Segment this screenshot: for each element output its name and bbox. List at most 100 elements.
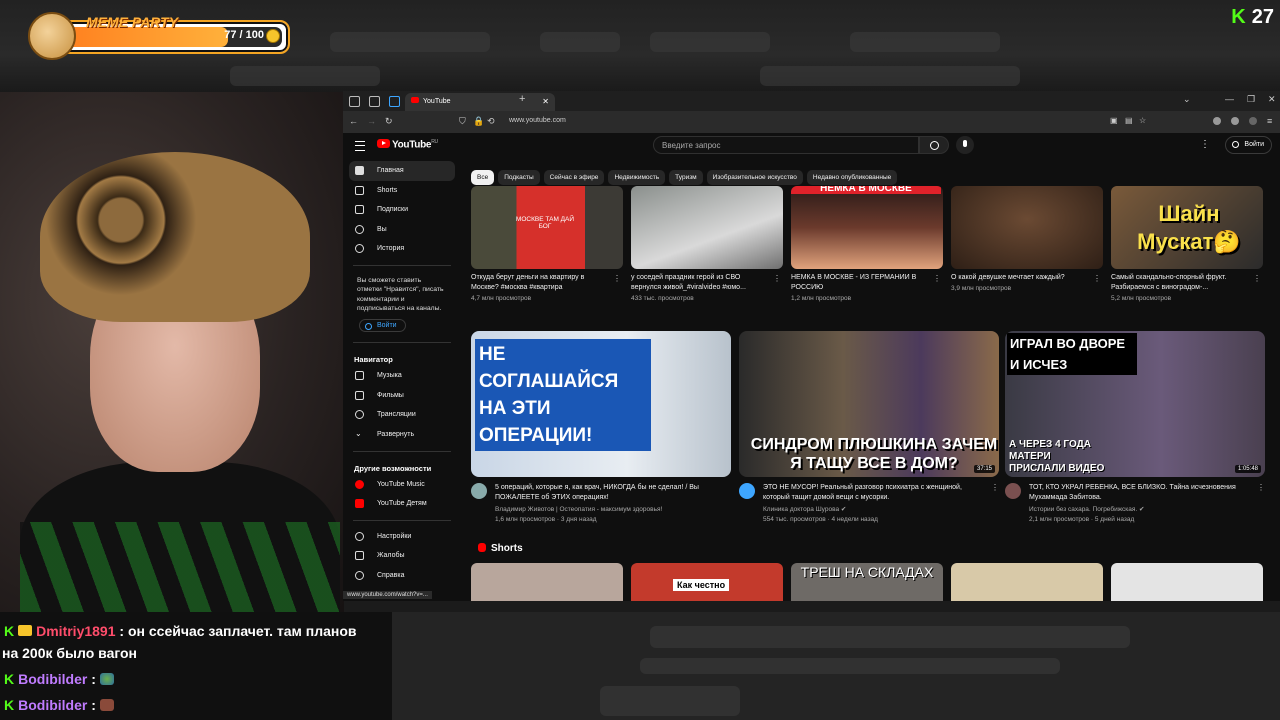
forward-icon[interactable]: → (367, 116, 376, 126)
sidebar-item-expand[interactable]: ⌄ Развернуть (343, 425, 461, 445)
video-thumbnail[interactable]: ИГРАЛ ВО ДВОРЕ И ИСЧЕЗ А ЧЕРЕЗ 4 ГОДА МА… (1005, 331, 1265, 477)
sidebar-item-help[interactable]: Справка (343, 566, 461, 586)
sidebar-item-movies[interactable]: Фильмы (343, 386, 461, 406)
video-menu-icon[interactable]: ⋮ (613, 274, 621, 283)
sidebar-item-home[interactable]: Главная (349, 161, 455, 181)
video-thumbnail[interactable]: СИНДРОМ ПЛЮШКИНА ЗАЧЕМ Я ТАЩУ ВСЕ В ДОМ?… (739, 331, 999, 477)
history-icon[interactable]: ⟲ (487, 116, 495, 127)
video-thumbnail[interactable]: НЕ СОГЛАШАЙСЯ НА ЭТИ ОПЕРАЦИИ! (471, 331, 731, 477)
telegram-icon[interactable] (389, 96, 400, 107)
video-card[interactable]: ИГРАЛ ВО ДВОРЕ И ИСЧЕЗ А ЧЕРЕЗ 4 ГОДА МА… (1005, 331, 1265, 523)
channel-avatar[interactable] (739, 483, 755, 499)
sidebar-item-reports[interactable]: Жалобы (343, 546, 461, 566)
sidebar-signin-button[interactable]: Войти (359, 319, 406, 333)
tab-youtube[interactable]: YouTube ✕ (405, 93, 555, 111)
video-card[interactable]: МОСКВЕ ТАМ ДАЙ БОГ Откуда берут деньги н… (471, 186, 623, 302)
short-card[interactable]: ТРЕШ НА СКЛАДАХ (791, 563, 943, 601)
youtube-logo[interactable]: YouTubeRU (377, 139, 438, 150)
short-card[interactable]: Как честно (631, 563, 783, 601)
video-menu-icon[interactable]: ⋮ (1093, 274, 1101, 283)
chip-all[interactable]: Все (471, 170, 495, 185)
sidebar-item-shorts[interactable]: Shorts (343, 181, 461, 201)
sidebar-item-subscriptions[interactable]: Подписки (343, 200, 461, 220)
lock-icon[interactable]: 🔒 (473, 116, 484, 127)
youtube-logo-text: YouTube (392, 139, 432, 151)
maximize-icon[interactable]: ❐ (1247, 94, 1255, 105)
bookmark-icon[interactable]: ☆ (1139, 116, 1146, 125)
search-input[interactable]: Введите запрос (653, 136, 919, 154)
video-title[interactable]: ЭТО НЕ МУСОР! Реальный разговор психиатр… (763, 483, 985, 503)
sidebar-item-you[interactable]: Вы (343, 220, 461, 240)
chat-username[interactable]: Bodibilder (18, 697, 87, 713)
video-card[interactable]: Шайн Мускат🤔 Самый скандально-спорный фр… (1111, 186, 1263, 302)
chip-tourism[interactable]: Туризм (669, 170, 703, 185)
video-card[interactable]: НЕМКА В МОСКВЕ НЕМКА В МОСКВЕ - ИЗ ГЕРМА… (791, 186, 943, 302)
profile-icon[interactable] (1231, 117, 1239, 125)
video-card[interactable]: НЕ СОГЛАШАЙСЯ НА ЭТИ ОПЕРАЦИИ! 5 операци… (471, 331, 731, 523)
sidebar-item-youtube-kids[interactable]: YouTube Детям (343, 494, 461, 514)
video-thumbnail[interactable]: НЕМКА В МОСКВЕ (791, 186, 943, 269)
voice-search-icon[interactable] (956, 136, 974, 154)
sidebar-item-history[interactable]: История (343, 239, 461, 259)
extensions-icon[interactable] (1249, 117, 1257, 125)
video-title[interactable]: ТОТ, КТО УКРАЛ РЕБЕНКА, ВСЕ БЛИЗКО. Тайн… (1029, 483, 1251, 503)
thumbnail-caption: ИГРАЛ ВО ДВОРЕ И ИСЧЕЗ (1007, 333, 1137, 375)
video-menu-icon[interactable]: ⋮ (1253, 274, 1261, 283)
menu-icon[interactable] (355, 141, 365, 151)
video-thumbnail[interactable]: МОСКВЕ ТАМ ДАЙ БОГ (471, 186, 623, 269)
channel-avatar[interactable] (1005, 483, 1021, 499)
short-card[interactable] (1111, 563, 1263, 601)
tab-list-icon[interactable]: ⌄ (1183, 94, 1191, 105)
video-title[interactable]: НЕМКА В МОСКВЕ - ИЗ ГЕРМАНИИ В РОССИЮ (791, 273, 929, 293)
chip-realty[interactable]: Недвижимость (608, 170, 666, 185)
back-icon[interactable]: ← (349, 116, 358, 126)
screenshot-icon[interactable]: ▣ (1110, 116, 1118, 125)
video-title[interactable]: Откуда берут деньги на квартиру в Москве… (471, 273, 609, 293)
video-card[interactable]: СИНДРОМ ПЛЮШКИНА ЗАЧЕМ Я ТАЩУ ВСЕ В ДОМ?… (739, 331, 999, 523)
sidebar-item-live[interactable]: Трансляции (343, 405, 461, 425)
video-title[interactable]: у соседей праздник герой из СВО вернулся… (631, 273, 769, 293)
video-menu-icon[interactable]: ⋮ (1257, 483, 1265, 492)
reader-icon[interactable]: ▤ (1125, 116, 1133, 125)
channel-name[interactable]: Клиника доктора Шурова ✔ (763, 505, 846, 515)
new-tab-icon[interactable]: + (519, 93, 525, 105)
video-title[interactable]: Самый скандально-спорный фрукт. Разбирае… (1111, 273, 1249, 293)
sidebar-item-youtube-music[interactable]: YouTube Music (343, 475, 461, 495)
settings-more-icon[interactable]: ⋮ (1200, 139, 1210, 150)
video-card[interactable]: у соседей праздник герой из СВО вернулся… (631, 186, 783, 302)
channel-name[interactable]: Истории без сахара. Погребижская. ✔ (1029, 505, 1144, 515)
search-button[interactable] (919, 136, 949, 154)
channel-avatar[interactable] (471, 483, 487, 499)
video-thumbnail[interactable] (631, 186, 783, 269)
video-title[interactable]: 5 операций, которые я, как врач, НИКОГДА… (495, 483, 717, 503)
chip-podcasts[interactable]: Подкасты (498, 170, 540, 185)
chat-username[interactable]: Dmitriy1891 (36, 623, 115, 639)
video-menu-icon[interactable]: ⋮ (773, 274, 781, 283)
chip-live[interactable]: Сейчас в эфире (543, 170, 605, 185)
minimize-icon[interactable]: — (1225, 94, 1234, 104)
video-menu-icon[interactable]: ⋮ (991, 483, 999, 492)
video-thumbnail[interactable]: Шайн Мускат🤔 (1111, 186, 1263, 269)
sidebar-item-music[interactable]: Музыка (343, 366, 461, 386)
video-menu-icon[interactable]: ⋮ (933, 274, 941, 283)
vpn-icon[interactable] (1213, 117, 1221, 125)
video-title[interactable]: О какой девушке мечтает каждый? (951, 273, 1089, 283)
video-card[interactable]: О какой девушке мечтает каждый? 3,9 млн … (951, 186, 1103, 292)
chip-recent[interactable]: Недавно опубликованные (806, 170, 898, 185)
signin-button[interactable]: Войти (1225, 136, 1272, 154)
chat-icon[interactable] (369, 96, 380, 107)
workspaces-icon[interactable] (349, 96, 360, 107)
chat-username[interactable]: Bodibilder (18, 671, 87, 687)
close-tab-icon[interactable]: ✕ (542, 93, 549, 111)
sidebar-item-settings[interactable]: Настройки (343, 527, 461, 547)
reload-icon[interactable]: ↻ (385, 116, 393, 127)
channel-name[interactable]: Владимир Животов | Остеопатия - максимум… (495, 505, 662, 515)
video-thumbnail[interactable] (951, 186, 1103, 269)
shield-icon[interactable]: ⛉ (459, 116, 466, 127)
chip-art[interactable]: Изобразительное искусство (706, 170, 803, 185)
close-window-icon[interactable]: ✕ (1268, 94, 1276, 105)
url-field[interactable]: www.youtube.com (509, 117, 566, 124)
browser-menu-icon[interactable]: ≡ (1267, 116, 1272, 126)
short-card[interactable] (471, 563, 623, 601)
short-card[interactable] (951, 563, 1103, 601)
